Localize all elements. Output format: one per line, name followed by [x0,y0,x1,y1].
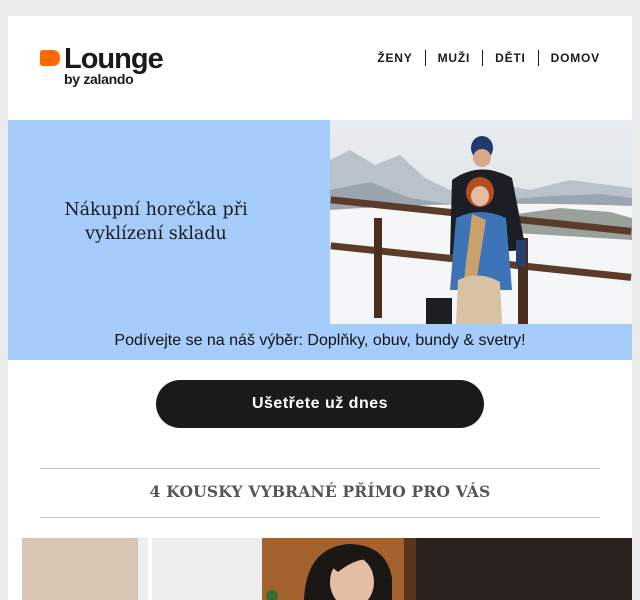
product-image-strip[interactable] [8,538,632,600]
nav-item-zeny[interactable]: ŽENY [365,50,424,66]
nav-item-domov[interactable]: DOMOV [539,50,608,66]
save-today-button[interactable]: Ušetřete už dnes [156,380,484,428]
nav-item-deti[interactable]: DĚTI [483,50,538,66]
nav-item-muzi[interactable]: MUŽI [426,50,483,66]
section-title: 4 KOUSKY VYBRANÉ PŘÍMO PRO VÁS [149,482,491,501]
lounge-logo[interactable]: Lounge by zalando [40,43,180,105]
hero-title: Nákupní horečka při vyklízení skladu [64,200,248,244]
logo-tagline: by zalando [64,71,134,87]
hero-subtitle: Podívejte se na náš výběr: Doplňky, obuv… [114,332,526,349]
logo-mark-icon [40,50,60,66]
main-nav: ŽENY MUŽI DĚTI DOMOV [365,50,608,66]
section-divider-top [40,468,600,469]
email-card: Lounge by zalando ŽENY MUŽI DĚTI DOMOV N… [8,16,632,600]
hero-photo-couple-in-snow[interactable] [330,120,632,324]
hero-banner[interactable]: Nákupní horečka při vyklízení skladu Pod… [8,120,632,360]
section-divider-bottom [40,517,600,518]
